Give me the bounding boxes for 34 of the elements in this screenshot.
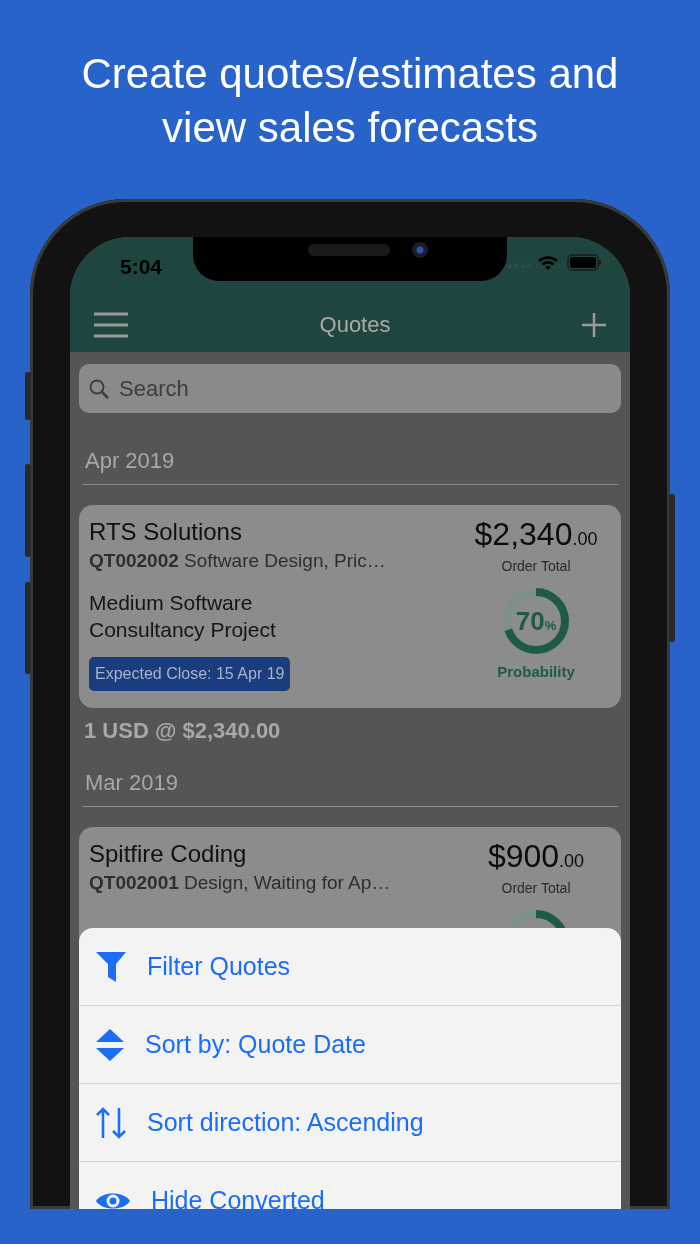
sort-icon: [95, 1027, 125, 1062]
expected-close-tag: Expected Close: 15 Apr 19: [89, 656, 291, 691]
currency-summary: 1 USD @ $2,340.00: [84, 717, 282, 744]
probability-label: Probability: [497, 662, 575, 682]
quote-reference: QT002001 Design, Waiting for Ap…: [89, 870, 391, 895]
nav-title: Quotes: [319, 311, 391, 339]
menu-icon[interactable]: [94, 311, 128, 338]
battery-icon: [567, 254, 602, 271]
quote-reference: QT002002 Software Design, Pric…: [89, 549, 386, 573]
section-header: Apr 2019: [82, 448, 618, 485]
order-total-label: Order Total: [501, 878, 571, 898]
action-sheet-option[interactable]: Sort direction: Ascending: [79, 1084, 621, 1162]
headline: Create quotes/estimates and view sales forecasts: [80, 49, 620, 153]
sort-direction-icon: [95, 1105, 127, 1140]
section-header: Mar 2019: [82, 769, 618, 807]
signal-icon: [507, 263, 533, 269]
quote-card[interactable]: RTS Solutions QT002002 Software Design, Pric… Medium Software Consultancy Project Expected Close: 15 Apr 19 $2,340.00 Order Total 70% Probability: [79, 505, 621, 708]
status-time: 5:04: [120, 254, 163, 280]
customer-name: RTS Solutions: [89, 517, 243, 547]
probability-value: 70%: [515, 608, 557, 634]
action-sheet-option[interactable]: Filter Quotes: [79, 928, 621, 1006]
customer-name: Spitfire Coding: [89, 838, 248, 869]
action-sheet-option[interactable]: Sort by: Quote Date: [79, 1006, 621, 1084]
order-total-label: Order Total: [501, 557, 571, 576]
order-amount: $2,340.00: [474, 517, 598, 554]
camera-icon: [411, 241, 429, 259]
wifi-icon: [537, 254, 559, 271]
project-name: Medium Software Consultancy Project: [89, 589, 277, 643]
probability-ring: [502, 587, 570, 655]
search-field[interactable]: Search: [79, 364, 621, 413]
filter-icon: [95, 950, 127, 983]
order-amount: $900.00: [487, 838, 585, 876]
action-sheet-option[interactable]: Hide Converted: [79, 1162, 621, 1209]
add-icon[interactable]: [582, 312, 606, 337]
